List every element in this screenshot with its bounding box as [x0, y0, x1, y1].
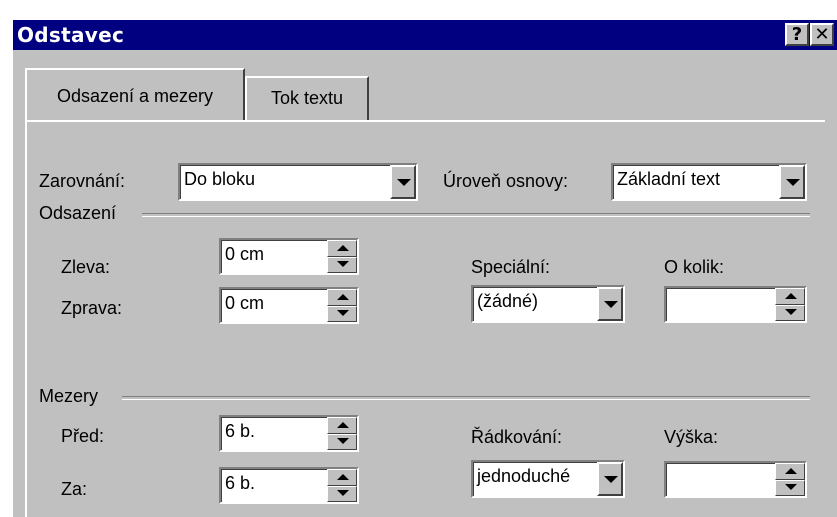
- spacing-after-label: Za:: [61, 479, 88, 499]
- alignment-dropdown-button[interactable]: [390, 165, 416, 199]
- special-indent-value: (žádné): [477, 291, 539, 311]
- arrow-up-icon: [785, 468, 797, 474]
- arrow-down-icon: [337, 260, 349, 267]
- indent-right-up-button[interactable]: [327, 289, 357, 306]
- special-indent-dropdown-button[interactable]: [597, 287, 623, 321]
- chevron-down-icon: [604, 476, 618, 483]
- paragraph-dialog: Odstavec ? ✕ Odsazení a mezery Tok textu…: [0, 0, 837, 517]
- indent-left-label: Zleva:: [61, 257, 111, 277]
- arrow-down-icon: [337, 489, 349, 496]
- indentation-group-label: Odsazení: [39, 203, 117, 223]
- line-spacing-at-label: Výška:: [664, 427, 719, 447]
- indent-by-label: O kolik:: [664, 257, 725, 277]
- indent-right-down-button[interactable]: [327, 305, 357, 322]
- indent-by-spinner[interactable]: [664, 286, 807, 323]
- arrow-up-icon: [337, 474, 349, 480]
- alignment-label: Zarovnání:: [39, 171, 126, 191]
- arrow-up-icon: [337, 294, 349, 300]
- indent-left-down-button[interactable]: [327, 256, 357, 273]
- alignment-dropdown[interactable]: Do bloku: [178, 163, 418, 201]
- spacing-before-spinner[interactable]: 6 b.: [219, 415, 359, 452]
- tab-line-page-breaks-label: Tok textu: [270, 88, 344, 108]
- spacing-group-divider: [122, 396, 810, 400]
- indent-right-spinner[interactable]: 0 cm: [219, 287, 359, 324]
- line-spacing-at-up-button[interactable]: [775, 463, 805, 480]
- outline-level-label: Úroveň osnovy:: [443, 171, 569, 191]
- spacing-after-value: 6 b.: [225, 473, 256, 493]
- alignment-value: Do bloku: [184, 169, 256, 189]
- indent-left-value: 0 cm: [225, 244, 265, 264]
- line-spacing-label: Řádkování:: [471, 427, 563, 447]
- chevron-down-icon: [786, 179, 800, 186]
- indent-right-value: 0 cm: [225, 293, 265, 313]
- arrow-down-icon: [337, 437, 349, 444]
- arrow-down-icon: [337, 309, 349, 316]
- indent-left-up-button[interactable]: [327, 240, 357, 257]
- indent-left-spinner[interactable]: 0 cm: [219, 238, 359, 275]
- line-spacing-dropdown[interactable]: jednoduché: [471, 460, 625, 498]
- spacing-after-spinner[interactable]: 6 b.: [219, 467, 359, 504]
- line-spacing-at-spinner[interactable]: [664, 461, 807, 498]
- spacing-before-down-button[interactable]: [327, 433, 357, 450]
- chevron-down-icon: [397, 179, 411, 186]
- outline-level-dropdown[interactable]: Základní text: [611, 163, 807, 201]
- arrow-up-icon: [785, 293, 797, 299]
- indent-by-down-button[interactable]: [775, 304, 805, 321]
- arrow-down-icon: [785, 483, 797, 490]
- line-spacing-at-down-button[interactable]: [775, 479, 805, 496]
- tab-line-page-breaks[interactable]: Tok textu: [245, 76, 369, 120]
- spacing-before-up-button[interactable]: [327, 417, 357, 434]
- special-label: Speciální:: [471, 257, 551, 277]
- spacing-group-label: Mezery: [39, 386, 99, 406]
- tab-indents-spacing[interactable]: Odsazení a mezery: [25, 68, 245, 122]
- indent-right-label: Zprava:: [61, 298, 123, 318]
- indentation-group-divider: [142, 213, 810, 217]
- spacing-after-up-button[interactable]: [327, 469, 357, 486]
- outline-level-value: Základní text: [617, 169, 721, 189]
- chevron-down-icon: [604, 301, 618, 308]
- line-spacing-value: jednoduché: [477, 466, 571, 486]
- title-bar[interactable]: Odstavec ? ✕: [13, 20, 837, 50]
- help-button[interactable]: ?: [785, 23, 809, 46]
- dialog-title: Odstavec: [17, 23, 125, 47]
- close-button[interactable]: ✕: [810, 23, 834, 46]
- tab-indents-spacing-label: Odsazení a mezery: [56, 86, 214, 106]
- arrow-up-icon: [337, 245, 349, 251]
- outline-level-dropdown-button[interactable]: [779, 165, 805, 199]
- arrow-down-icon: [785, 308, 797, 315]
- indent-by-up-button[interactable]: [775, 288, 805, 305]
- special-indent-dropdown[interactable]: (žádné): [471, 285, 625, 323]
- spacing-before-label: Před:: [61, 426, 105, 446]
- spacing-before-value: 6 b.: [225, 421, 256, 441]
- arrow-up-icon: [337, 422, 349, 428]
- spacing-after-down-button[interactable]: [327, 485, 357, 502]
- line-spacing-dropdown-button[interactable]: [597, 462, 623, 496]
